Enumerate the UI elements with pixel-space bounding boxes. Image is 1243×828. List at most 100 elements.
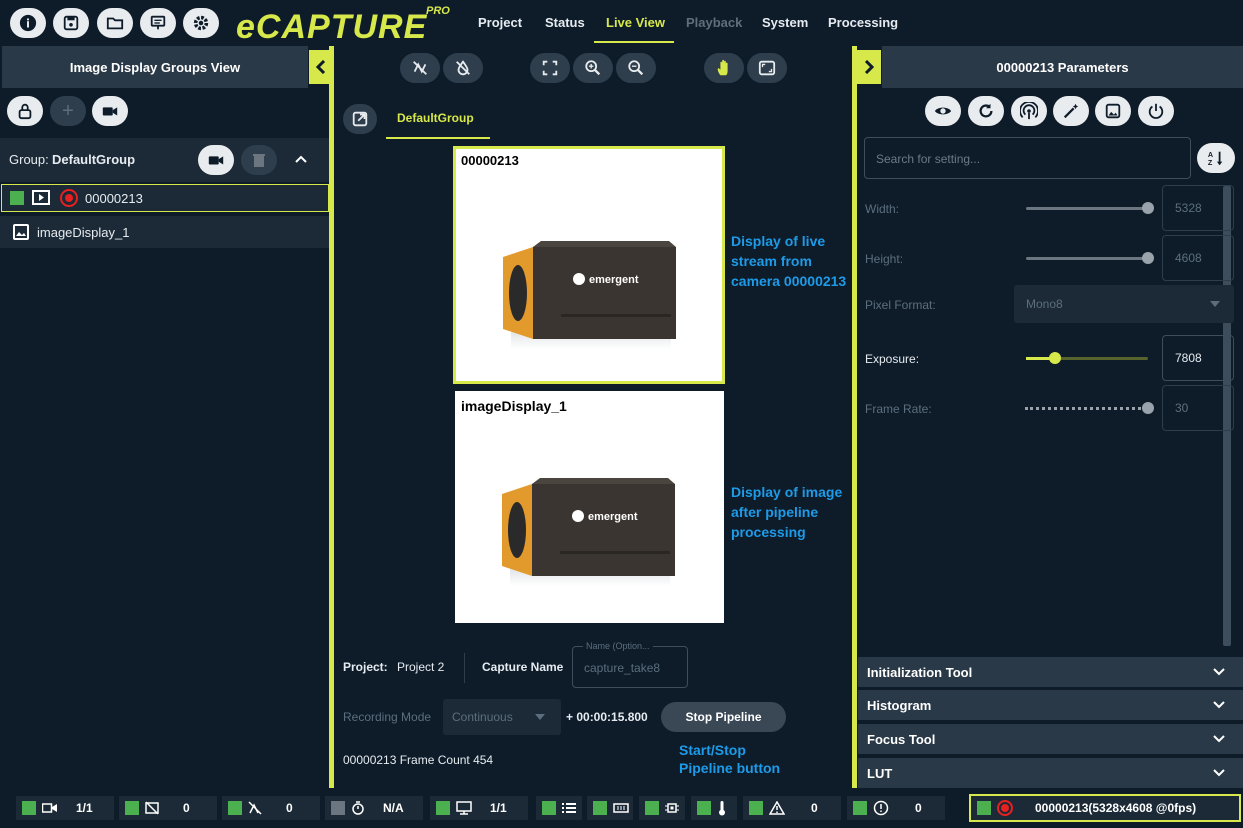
exposure-label: Exposure: bbox=[865, 352, 920, 366]
status-temperature[interactable] bbox=[691, 796, 737, 820]
exposure-value-field[interactable]: 7808 bbox=[1162, 335, 1234, 381]
refresh-icon[interactable] bbox=[968, 96, 1004, 126]
not-connected-count: 0 bbox=[286, 801, 293, 815]
collapse-right-button[interactable] bbox=[857, 50, 881, 84]
no-image-icon bbox=[145, 801, 159, 815]
divider bbox=[464, 653, 465, 683]
menu-live-view[interactable]: Live View bbox=[606, 15, 665, 30]
frame-rate-slider-track[interactable] bbox=[1025, 407, 1147, 410]
hide-color-icon[interactable] bbox=[443, 53, 483, 83]
center-panel: DefaultGroup 00000213 emergent Display o… bbox=[334, 46, 852, 788]
status-timer[interactable]: N/A bbox=[325, 796, 423, 820]
accordion-histogram[interactable]: Histogram bbox=[858, 690, 1243, 720]
status-list[interactable] bbox=[536, 796, 582, 820]
height-slider-track[interactable] bbox=[1026, 257, 1146, 260]
top-bar: eCAPTURE PRO Project Status Live View Pl… bbox=[0, 0, 1243, 46]
info-icon[interactable] bbox=[10, 8, 46, 38]
height-slider-thumb[interactable] bbox=[1142, 252, 1154, 264]
status-memory[interactable] bbox=[587, 796, 633, 820]
save-icon[interactable] bbox=[53, 8, 89, 38]
height-value-field[interactable]: 4608 bbox=[1162, 235, 1234, 281]
status-warnings[interactable]: 0 bbox=[743, 796, 841, 820]
settings-icon[interactable] bbox=[183, 8, 219, 38]
accordion-label: Histogram bbox=[867, 697, 932, 713]
presentation-icon[interactable] bbox=[140, 8, 176, 38]
pan-hand-icon[interactable] bbox=[704, 53, 744, 83]
frame-count: 00000213 Frame Count 454 bbox=[343, 753, 494, 767]
status-camera-info[interactable]: 00000213(5328x4608 @0fps) bbox=[969, 794, 1241, 822]
search-setting-input[interactable]: Search for setting... bbox=[864, 137, 1191, 179]
width-value-field[interactable]: 5328 bbox=[1162, 185, 1234, 231]
memory-icon bbox=[613, 803, 629, 813]
menu-playback[interactable]: Playback bbox=[686, 15, 742, 30]
camera-icon[interactable] bbox=[92, 96, 128, 126]
status-cpu[interactable] bbox=[639, 796, 685, 820]
list-item-camera[interactable]: 00000213 bbox=[1, 184, 329, 212]
menu-processing[interactable]: Processing bbox=[828, 15, 898, 30]
cameras-count: 1/1 bbox=[76, 801, 93, 815]
frame-rate-slider-thumb[interactable] bbox=[1142, 402, 1154, 414]
magic-wand-icon[interactable] bbox=[1053, 96, 1089, 126]
brand-text: emergent bbox=[589, 274, 639, 286]
broadcast-icon[interactable] bbox=[1011, 96, 1047, 126]
frame-rate-value-field[interactable]: 30 bbox=[1162, 385, 1234, 431]
accordion-label: LUT bbox=[867, 765, 893, 781]
height-label: Height: bbox=[865, 252, 904, 266]
recording-mode-select[interactable]: Continuous bbox=[443, 699, 561, 735]
record-icon[interactable] bbox=[60, 189, 78, 207]
zoom-in-icon[interactable] bbox=[573, 53, 613, 83]
delete-icon[interactable] bbox=[241, 145, 277, 175]
camera-status-square bbox=[10, 191, 24, 205]
status-displays[interactable]: 1/1 bbox=[430, 796, 528, 820]
menu-status[interactable]: Status bbox=[545, 15, 585, 30]
camera-live-view[interactable]: 00000213 emergent bbox=[453, 146, 725, 384]
zoom-out-icon[interactable] bbox=[616, 53, 656, 83]
error-icon bbox=[873, 800, 889, 816]
group-prefix: Group: bbox=[9, 152, 49, 167]
accordion-focus-tool[interactable]: Focus Tool bbox=[858, 724, 1243, 754]
frame-rate-label: Frame Rate: bbox=[865, 402, 932, 416]
accordion-initialization-tool[interactable]: Initialization Tool bbox=[858, 657, 1243, 687]
power-icon[interactable] bbox=[1138, 96, 1174, 126]
exposure-slider-thumb[interactable] bbox=[1049, 352, 1061, 364]
status-not-connected[interactable]: 0 bbox=[222, 796, 320, 820]
group-camera-icon[interactable] bbox=[198, 145, 234, 175]
pixel-format-select[interactable]: Mono8 bbox=[1014, 285, 1234, 323]
camera-view-label: 00000213 bbox=[461, 153, 519, 168]
status-no-signal[interactable]: 0 bbox=[119, 796, 217, 820]
elapsed-timer: + 00:00:15.800 bbox=[566, 710, 648, 724]
tab-default-group[interactable]: DefaultGroup bbox=[397, 111, 474, 125]
status-errors[interactable]: 0 bbox=[847, 796, 945, 820]
chevron-up-icon[interactable] bbox=[294, 152, 308, 166]
accordion-lut[interactable]: LUT bbox=[858, 758, 1243, 788]
status-cameras[interactable]: 1/1 bbox=[16, 796, 114, 820]
play-icon[interactable] bbox=[32, 190, 50, 205]
lock-icon[interactable] bbox=[7, 96, 43, 126]
list-item-display[interactable]: imageDisplay_1 bbox=[0, 216, 330, 248]
eye-icon[interactable] bbox=[925, 96, 961, 126]
group-name: DefaultGroup bbox=[52, 152, 136, 167]
fit-screen-icon[interactable] bbox=[530, 53, 570, 83]
menu-system[interactable]: System bbox=[762, 15, 808, 30]
processed-display-view[interactable]: imageDisplay_1 emergent bbox=[455, 391, 724, 623]
stop-pipeline-button[interactable]: Stop Pipeline bbox=[661, 702, 786, 732]
hide-overlay-icon[interactable] bbox=[400, 53, 440, 83]
image-settings-icon[interactable] bbox=[1095, 96, 1131, 126]
aspect-ratio-icon[interactable] bbox=[747, 53, 787, 83]
open-external-icon[interactable] bbox=[343, 104, 377, 134]
project-value: Project 2 bbox=[397, 660, 445, 674]
width-slider-thumb[interactable] bbox=[1142, 202, 1154, 214]
camera-status-text: 00000213(5328x4608 @0fps) bbox=[1035, 801, 1197, 815]
width-slider-track[interactable] bbox=[1026, 207, 1146, 210]
dropdown-arrow-icon bbox=[535, 714, 545, 720]
warnings-count: 0 bbox=[811, 801, 818, 815]
capture-name-value: capture_take8 bbox=[584, 661, 661, 675]
menu-project[interactable]: Project bbox=[478, 15, 522, 30]
capture-name-field[interactable]: Name (Option... capture_take8 bbox=[572, 641, 688, 688]
pixel-format-label: Pixel Format: bbox=[865, 298, 936, 312]
folder-icon[interactable] bbox=[97, 8, 133, 38]
project-label: Project: bbox=[343, 660, 388, 674]
add-icon[interactable]: + bbox=[50, 96, 86, 126]
left-panel-title: Image Display Groups View bbox=[2, 46, 308, 88]
sort-icon[interactable]: AZ bbox=[1197, 143, 1235, 173]
